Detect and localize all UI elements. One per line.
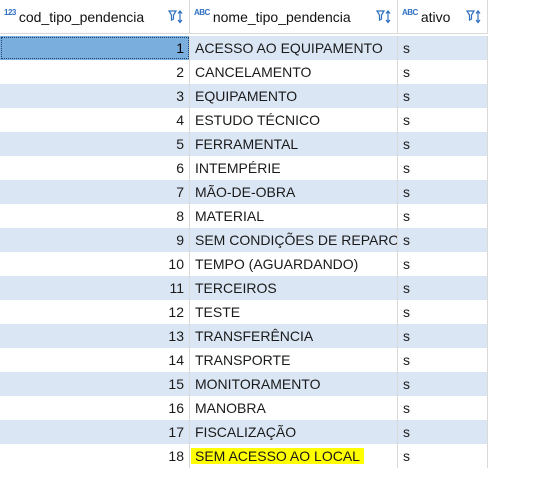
cell-cod[interactable]: 16 bbox=[0, 396, 190, 420]
cell-nome[interactable]: ACESSO AO EQUIPAMENTO bbox=[190, 36, 398, 60]
column-header-label: cod_tipo_pendencia bbox=[18, 8, 145, 25]
cell-ativo[interactable]: s bbox=[398, 300, 488, 324]
cell-cod[interactable]: 6 bbox=[0, 156, 190, 180]
cell-nome[interactable]: TRANSPORTE bbox=[190, 348, 398, 372]
highlighted-text: SEM ACESSO AO LOCAL bbox=[191, 448, 364, 464]
cell-nome[interactable]: SEM CONDIÇÕES DE REPARO bbox=[190, 228, 398, 252]
cell-cod[interactable]: 13 bbox=[0, 324, 190, 348]
table-row[interactable]: 14 TRANSPORTE s bbox=[0, 348, 488, 372]
column-header-label: ativo bbox=[420, 8, 451, 25]
grid-header: 123 cod_tipo_pendencia ABC nome_tipo_pen… bbox=[0, 0, 533, 34]
text-type-icon: ABC bbox=[194, 7, 210, 17]
table-row[interactable]: 11 TERCEIROS s bbox=[0, 276, 488, 300]
cell-ativo[interactable]: s bbox=[398, 396, 488, 420]
cell-ativo[interactable]: s bbox=[398, 156, 488, 180]
cell-cod[interactable]: 14 bbox=[0, 348, 190, 372]
cell-ativo[interactable]: s bbox=[398, 36, 488, 60]
cell-cod[interactable]: 1 bbox=[0, 36, 190, 60]
cell-cod[interactable]: 15 bbox=[0, 372, 190, 396]
cell-cod[interactable]: 11 bbox=[0, 276, 190, 300]
cell-ativo[interactable]: s bbox=[398, 324, 488, 348]
table-row[interactable]: 5 FERRAMENTAL s bbox=[0, 132, 488, 156]
cell-nome[interactable]: TERCEIROS bbox=[190, 276, 398, 300]
table-row[interactable]: 4 ESTUDO TÉCNICO s bbox=[0, 108, 488, 132]
cell-ativo[interactable]: s bbox=[398, 444, 488, 468]
column-header-label: nome_tipo_pendencia bbox=[212, 8, 351, 25]
cell-nome[interactable]: MÃO-DE-OBRA bbox=[190, 180, 398, 204]
cell-nome[interactable]: TEMPO (AGUARDANDO) bbox=[190, 252, 398, 276]
cell-nome[interactable]: ESTUDO TÉCNICO bbox=[190, 108, 398, 132]
cell-ativo[interactable]: s bbox=[398, 420, 488, 444]
column-header-nome-tipo-pendencia[interactable]: ABC nome_tipo_pendencia bbox=[190, 0, 398, 34]
cell-cod[interactable]: 4 bbox=[0, 108, 190, 132]
column-header-cod-tipo-pendencia[interactable]: 123 cod_tipo_pendencia bbox=[0, 0, 190, 34]
cell-cod[interactable]: 10 bbox=[0, 252, 190, 276]
cell-cod[interactable]: 18 bbox=[0, 444, 190, 468]
cell-ativo[interactable]: s bbox=[398, 228, 488, 252]
table-row[interactable]: 9 SEM CONDIÇÕES DE REPARO s bbox=[0, 228, 488, 252]
cell-nome[interactable]: TRANSFERÊNCIA bbox=[190, 324, 398, 348]
cell-cod[interactable]: 9 bbox=[0, 228, 190, 252]
text-type-icon: ABC bbox=[402, 7, 418, 17]
filter-sort-icon[interactable] bbox=[465, 8, 483, 26]
cell-ativo[interactable]: s bbox=[398, 204, 488, 228]
cell-ativo[interactable]: s bbox=[398, 252, 488, 276]
cell-nome[interactable]: CANCELAMENTO bbox=[190, 60, 398, 84]
cell-nome[interactable]: FERRAMENTAL bbox=[190, 132, 398, 156]
table-row[interactable]: 7 MÃO-DE-OBRA s bbox=[0, 180, 488, 204]
result-grid: 123 cod_tipo_pendencia ABC nome_tipo_pen… bbox=[0, 0, 533, 488]
cell-cod[interactable]: 2 bbox=[0, 60, 190, 84]
cell-ativo[interactable]: s bbox=[398, 180, 488, 204]
cell-nome[interactable]: SEM ACESSO AO LOCAL bbox=[190, 444, 398, 468]
cell-ativo[interactable]: s bbox=[398, 348, 488, 372]
table-row[interactable]: 2 CANCELAMENTO s bbox=[0, 60, 488, 84]
filter-sort-icon[interactable] bbox=[375, 8, 393, 26]
cell-cod[interactable]: 17 bbox=[0, 420, 190, 444]
cell-nome[interactable]: MONITORAMENTO bbox=[190, 372, 398, 396]
cell-nome[interactable]: TESTE bbox=[190, 300, 398, 324]
cell-ativo[interactable]: s bbox=[398, 276, 488, 300]
numeric-type-icon: 123 bbox=[4, 7, 16, 17]
table-row[interactable]: 18 SEM ACESSO AO LOCAL s bbox=[0, 444, 488, 468]
table-row[interactable]: 10 TEMPO (AGUARDANDO) s bbox=[0, 252, 488, 276]
cell-ativo[interactable]: s bbox=[398, 108, 488, 132]
cell-cod[interactable]: 8 bbox=[0, 204, 190, 228]
column-header-ativo[interactable]: ABC ativo bbox=[398, 0, 488, 34]
cell-cod[interactable]: 3 bbox=[0, 84, 190, 108]
table-row[interactable]: 15 MONITORAMENTO s bbox=[0, 372, 488, 396]
table-row[interactable]: 8 MATERIAL s bbox=[0, 204, 488, 228]
cell-nome[interactable]: MANOBRA bbox=[190, 396, 398, 420]
filter-sort-icon[interactable] bbox=[167, 8, 185, 26]
table-row[interactable]: 1 ACESSO AO EQUIPAMENTO s bbox=[0, 36, 488, 60]
cell-ativo[interactable]: s bbox=[398, 60, 488, 84]
table-row[interactable]: 16 MANOBRA s bbox=[0, 396, 488, 420]
table-row[interactable]: 13 TRANSFERÊNCIA s bbox=[0, 324, 488, 348]
table-row[interactable]: 17 FISCALIZAÇÃO s bbox=[0, 420, 488, 444]
table-row[interactable]: 3 EQUIPAMENTO s bbox=[0, 84, 488, 108]
table-row[interactable]: 6 INTEMPÉRIE s bbox=[0, 156, 488, 180]
cell-ativo[interactable]: s bbox=[398, 372, 488, 396]
cell-cod[interactable]: 5 bbox=[0, 132, 190, 156]
cell-nome[interactable]: MATERIAL bbox=[190, 204, 398, 228]
cell-cod[interactable]: 7 bbox=[0, 180, 190, 204]
cell-nome[interactable]: EQUIPAMENTO bbox=[190, 84, 398, 108]
grid-body: 1 ACESSO AO EQUIPAMENTO s 2 CANCELAMENTO… bbox=[0, 36, 488, 468]
empty-area bbox=[488, 34, 533, 488]
cell-ativo[interactable]: s bbox=[398, 84, 488, 108]
cell-cod[interactable]: 12 bbox=[0, 300, 190, 324]
cell-nome[interactable]: INTEMPÉRIE bbox=[190, 156, 398, 180]
table-row[interactable]: 12 TESTE s bbox=[0, 300, 488, 324]
cell-ativo[interactable]: s bbox=[398, 132, 488, 156]
cell-nome[interactable]: FISCALIZAÇÃO bbox=[190, 420, 398, 444]
